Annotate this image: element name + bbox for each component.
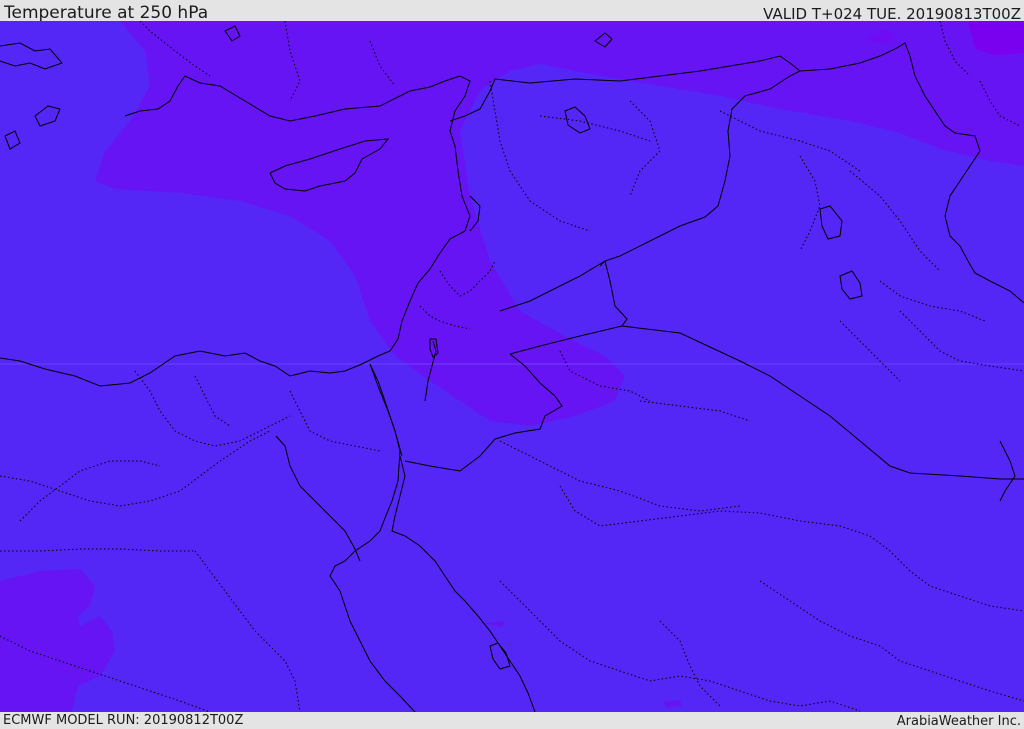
weather-map [0,21,1024,712]
footer-bar: ECMWF MODEL RUN: 20190812T00Z ArabiaWeat… [0,712,1024,729]
header-bar: Temperature at 250 hPa VALID T+024 TUE. … [0,0,1024,23]
model-run-label: ECMWF MODEL RUN: 20190812T00Z [3,713,244,728]
provider-credit: ArabiaWeather Inc. [896,714,1021,729]
map-title: Temperature at 250 hPa [4,3,209,23]
